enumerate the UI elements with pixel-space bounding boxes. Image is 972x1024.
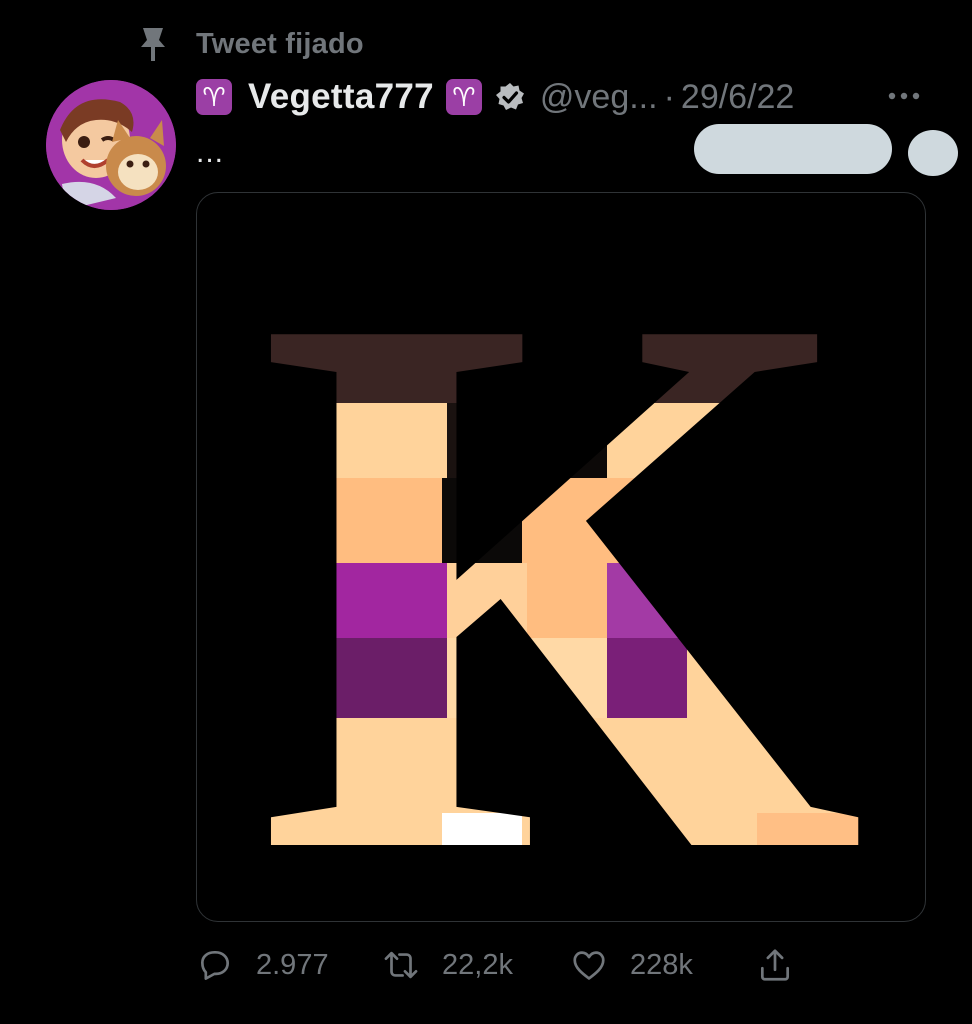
author-name[interactable]: Vegetta777 — [248, 77, 434, 117]
retweet-icon — [384, 951, 418, 979]
more-options-icon[interactable] — [886, 84, 922, 108]
like-button[interactable]: 228k — [570, 938, 693, 992]
tweet-date[interactable]: 29/6/22 — [681, 78, 794, 117]
retweet-button[interactable]: 22,2k — [382, 938, 513, 992]
pinned-label: Tweet fijado — [196, 27, 364, 60]
tweet-header: ♈ Vegetta777 ♈ @veg... · 29/6/22 — [196, 74, 794, 120]
retweet-count: 22,2k — [442, 948, 513, 981]
reply-button[interactable]: 2.977 — [196, 938, 329, 992]
verified-badge-icon — [494, 81, 526, 113]
heart-icon — [573, 951, 605, 980]
reply-count: 2.977 — [256, 948, 329, 981]
action-bar: 2.977 22,2k 228k — [196, 938, 956, 992]
header-separator: · — [663, 77, 675, 116]
pin-icon — [136, 24, 170, 64]
share-button[interactable] — [756, 938, 794, 992]
redaction-pill — [694, 124, 892, 174]
pinned-indicator: Tweet fijado — [136, 22, 364, 66]
tweet-text: ... — [196, 136, 225, 169]
share-icon — [760, 949, 790, 981]
author-handle[interactable]: @veg... — [540, 78, 658, 117]
aries-emoji-left: ♈ — [196, 79, 232, 115]
like-count: 228k — [630, 948, 693, 981]
avatar[interactable] — [46, 80, 176, 210]
tweet-media[interactable]: K — [196, 192, 926, 922]
pixel-pattern — [257, 253, 868, 853]
reply-icon — [200, 950, 230, 980]
redaction-dot — [908, 130, 958, 176]
aries-emoji-right: ♈ — [445, 79, 482, 115]
